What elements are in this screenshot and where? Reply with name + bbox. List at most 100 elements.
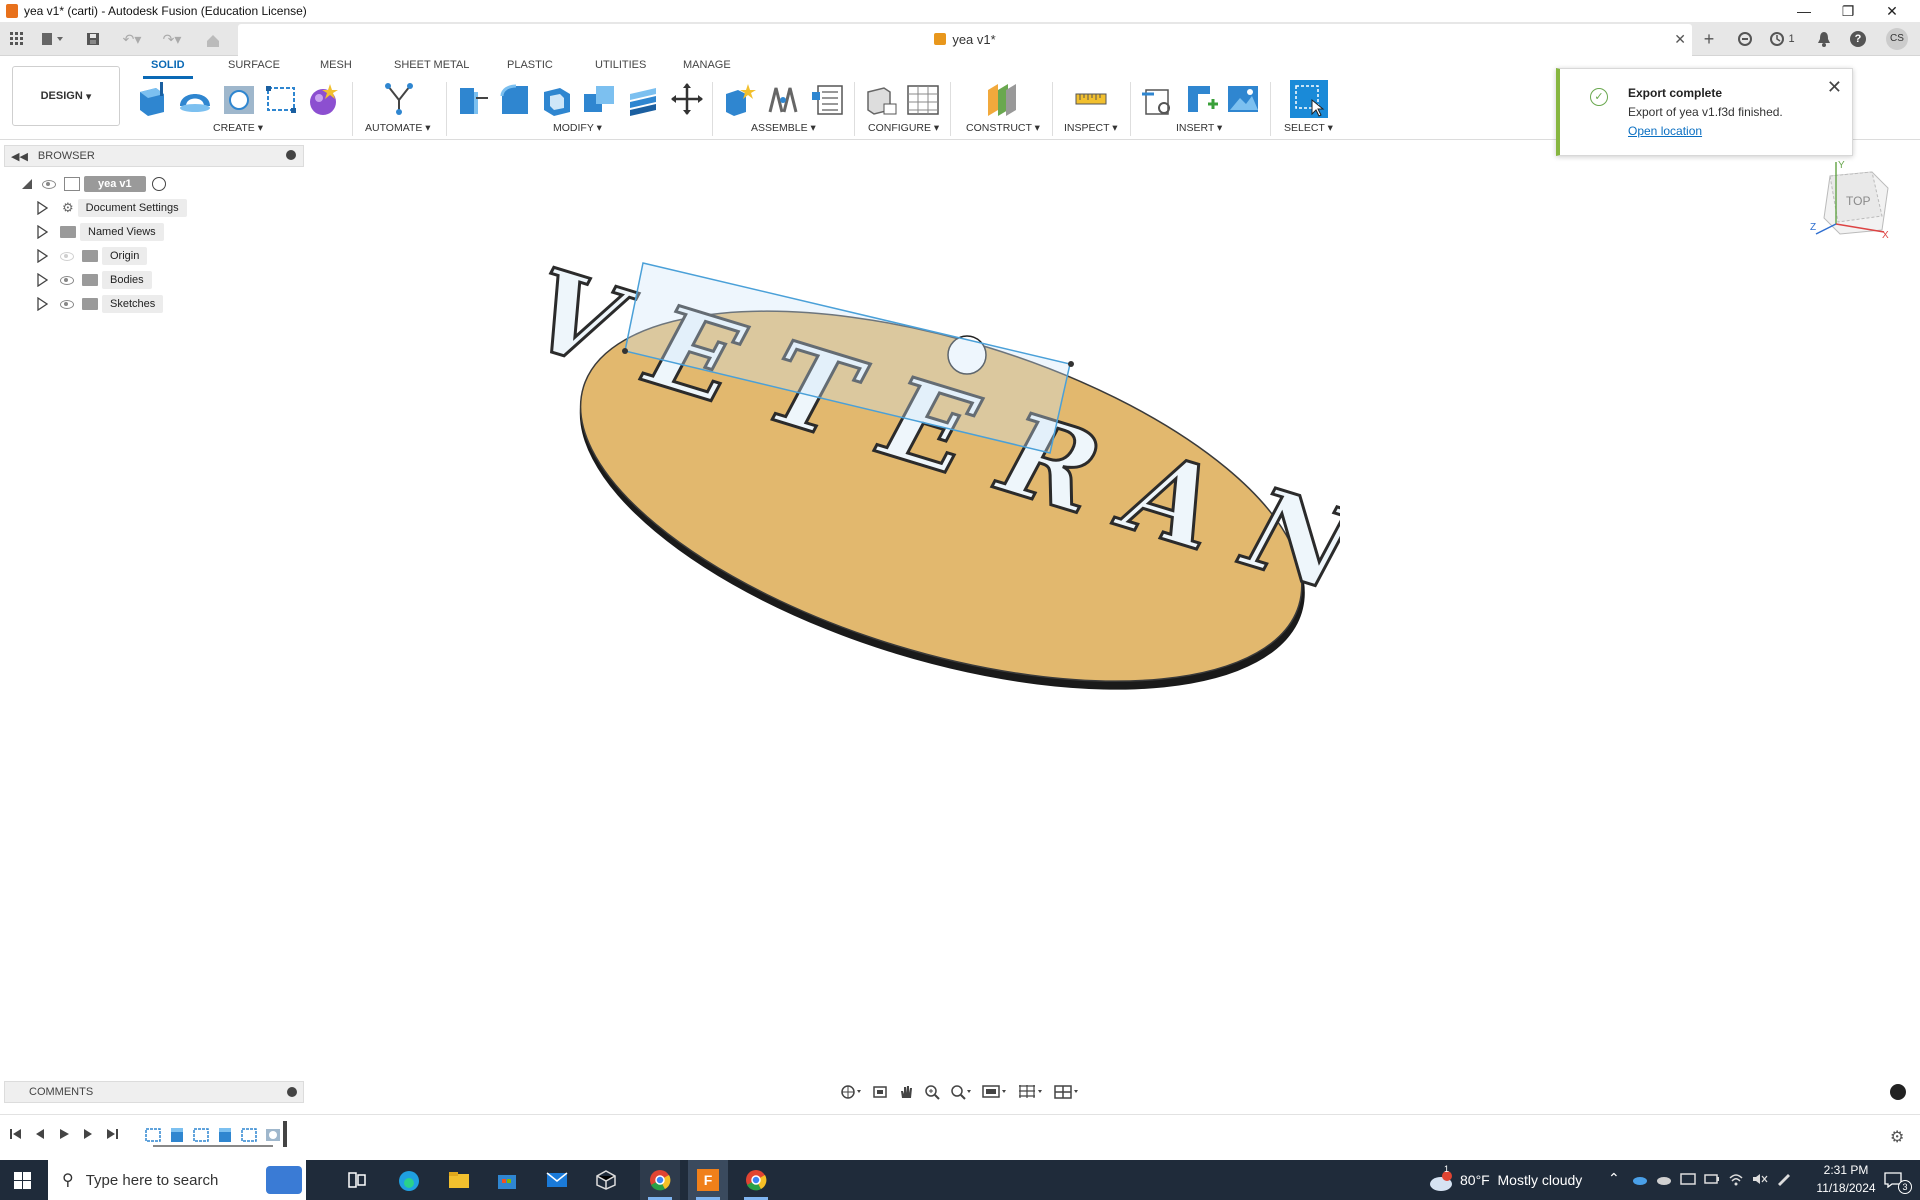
tab-mesh[interactable]: MESH xyxy=(320,59,352,71)
clock-date[interactable]: 11/18/2024 xyxy=(1806,1181,1886,1195)
timeline-marker[interactable] xyxy=(283,1121,287,1147)
app-tray-icon[interactable] xyxy=(1680,1172,1696,1186)
chrome-profile-taskbar-button[interactable] xyxy=(736,1160,776,1200)
collapse-panel-icon[interactable]: ◀◀ xyxy=(11,150,28,163)
orbit-icon[interactable] xyxy=(840,1084,862,1100)
group-select[interactable]: SELECT ▾ xyxy=(1284,122,1333,134)
timeline-sketch-icon[interactable] xyxy=(144,1127,162,1143)
viewports-icon[interactable] xyxy=(1054,1084,1080,1100)
edge-icon[interactable] xyxy=(398,1170,420,1192)
workspace-switcher[interactable]: DESIGN ▾ xyxy=(12,66,120,126)
timeline-settings-gear-icon[interactable]: ⚙ xyxy=(1890,1127,1904,1147)
sketch-point[interactable] xyxy=(622,348,628,354)
minimize-icon[interactable]: — xyxy=(1782,0,1826,22)
file-explorer-icon[interactable] xyxy=(448,1171,470,1189)
timeline-extrude-icon[interactable] xyxy=(168,1127,186,1143)
group-modify[interactable]: MODIFY ▾ xyxy=(553,122,602,134)
automate-icon[interactable] xyxy=(382,82,416,116)
activate-radio-icon[interactable] xyxy=(151,177,166,191)
configuration-table-icon[interactable] xyxy=(906,82,940,116)
file-menu-icon[interactable] xyxy=(38,28,68,50)
form-icon[interactable] xyxy=(306,82,340,116)
expand-triangle-icon[interactable] xyxy=(36,225,48,239)
save-icon[interactable] xyxy=(82,28,104,50)
add-comment-icon[interactable] xyxy=(287,1087,297,1097)
sketch-point[interactable] xyxy=(1068,361,1074,367)
group-create[interactable]: CREATE ▾ xyxy=(213,122,263,134)
tab-surface[interactable]: SURFACE xyxy=(228,59,280,71)
hidden-eye-icon[interactable] xyxy=(60,251,74,261)
expand-triangle-icon[interactable] xyxy=(36,249,48,263)
fillet-icon[interactable] xyxy=(498,82,532,116)
visibility-eye-icon[interactable] xyxy=(60,299,74,309)
home-icon[interactable] xyxy=(200,30,226,52)
group-automate[interactable]: AUTOMATE ▾ xyxy=(365,122,431,134)
tab-sheet-metal[interactable]: SHEET METAL xyxy=(394,59,469,71)
toast-close-icon[interactable]: ✕ xyxy=(1827,77,1842,98)
step-forward-icon[interactable] xyxy=(82,1128,94,1140)
model-viewport[interactable]: VETERAN xyxy=(540,250,1340,710)
grid-snaps-icon[interactable] xyxy=(1018,1084,1044,1100)
store-icon[interactable] xyxy=(497,1170,517,1190)
zoom-icon[interactable] xyxy=(924,1084,940,1100)
close-icon[interactable]: ✕ xyxy=(1870,0,1914,22)
apps-grid-icon[interactable] xyxy=(6,28,28,50)
tray-chevron-icon[interactable]: ⌃ xyxy=(1608,1170,1620,1187)
extensions-icon[interactable] xyxy=(1734,28,1756,50)
volume-muted-icon[interactable] xyxy=(1752,1172,1768,1186)
expand-triangle-icon[interactable] xyxy=(36,297,48,311)
bill-of-materials-icon[interactable] xyxy=(810,82,844,116)
timeline-sketch-icon[interactable] xyxy=(192,1127,210,1143)
open-location-link[interactable]: Open location xyxy=(1628,124,1702,138)
tab-manage[interactable]: MANAGE xyxy=(683,59,731,71)
pan-hand-icon[interactable] xyxy=(898,1084,914,1100)
timeline-hole-icon[interactable] xyxy=(264,1127,282,1143)
visibility-eye-icon[interactable] xyxy=(42,179,56,189)
wifi-icon[interactable] xyxy=(1728,1172,1744,1186)
pen-icon[interactable] xyxy=(1776,1172,1792,1186)
feedback-icon[interactable] xyxy=(1890,1084,1906,1100)
select-tool-icon[interactable] xyxy=(1290,80,1328,118)
step-back-icon[interactable] xyxy=(34,1128,46,1140)
group-inspect[interactable]: INSPECT ▾ xyxy=(1064,122,1118,134)
play-icon[interactable] xyxy=(58,1128,70,1140)
browser-item-origin[interactable]: Origin xyxy=(36,246,148,266)
expand-triangle-icon[interactable] xyxy=(36,273,48,287)
fit-icon[interactable] xyxy=(950,1084,972,1100)
weather-cloud-icon[interactable] xyxy=(1428,1170,1454,1192)
sketch-icon[interactable] xyxy=(264,82,298,116)
document-tab[interactable]: yea v1* ✕ xyxy=(238,24,1692,56)
press-pull-icon[interactable] xyxy=(456,82,490,116)
measure-icon[interactable] xyxy=(1074,82,1108,116)
group-construct[interactable]: CONSTRUCT ▾ xyxy=(966,122,1040,134)
onedrive-icon[interactable] xyxy=(1632,1172,1648,1186)
move-copy-icon[interactable] xyxy=(670,82,704,116)
look-at-icon[interactable] xyxy=(872,1084,888,1100)
mail-icon[interactable] xyxy=(546,1172,568,1188)
insert-mcmaster-icon[interactable] xyxy=(1184,82,1218,116)
combine-icon[interactable] xyxy=(582,82,616,116)
browser-root-label[interactable]: yea v1 xyxy=(84,176,146,192)
hole-icon[interactable] xyxy=(222,82,256,116)
tab-close-icon[interactable]: ✕ xyxy=(1674,31,1686,48)
revolve-icon[interactable] xyxy=(178,82,212,116)
task-view-icon[interactable] xyxy=(348,1172,366,1188)
group-insert[interactable]: INSERT ▾ xyxy=(1176,122,1222,134)
job-status-icon[interactable]: 1 xyxy=(1764,28,1800,50)
timeline-extrude-icon[interactable] xyxy=(216,1127,234,1143)
tab-utilities[interactable]: UTILITIES xyxy=(595,59,646,71)
new-component-assemble-icon[interactable] xyxy=(722,82,756,116)
go-to-start-icon[interactable] xyxy=(10,1128,22,1140)
battery-icon[interactable] xyxy=(1704,1172,1720,1186)
browser-options-icon[interactable] xyxy=(286,150,296,160)
insert-derive-icon[interactable] xyxy=(1140,82,1174,116)
browser-item-named-views[interactable]: Named Views xyxy=(36,222,164,242)
group-assemble[interactable]: ASSEMBLE ▾ xyxy=(751,122,816,134)
windows-start-icon[interactable] xyxy=(14,1172,31,1189)
expand-root-icon[interactable] xyxy=(20,177,34,191)
weather-text[interactable]: 80°F Mostly cloudy xyxy=(1460,1172,1582,1188)
help-icon[interactable]: ? xyxy=(1848,28,1868,50)
display-settings-icon[interactable] xyxy=(982,1084,1008,1100)
offset-face-icon[interactable] xyxy=(626,82,660,116)
browser-root-row[interactable]: yea v1 xyxy=(20,174,166,194)
